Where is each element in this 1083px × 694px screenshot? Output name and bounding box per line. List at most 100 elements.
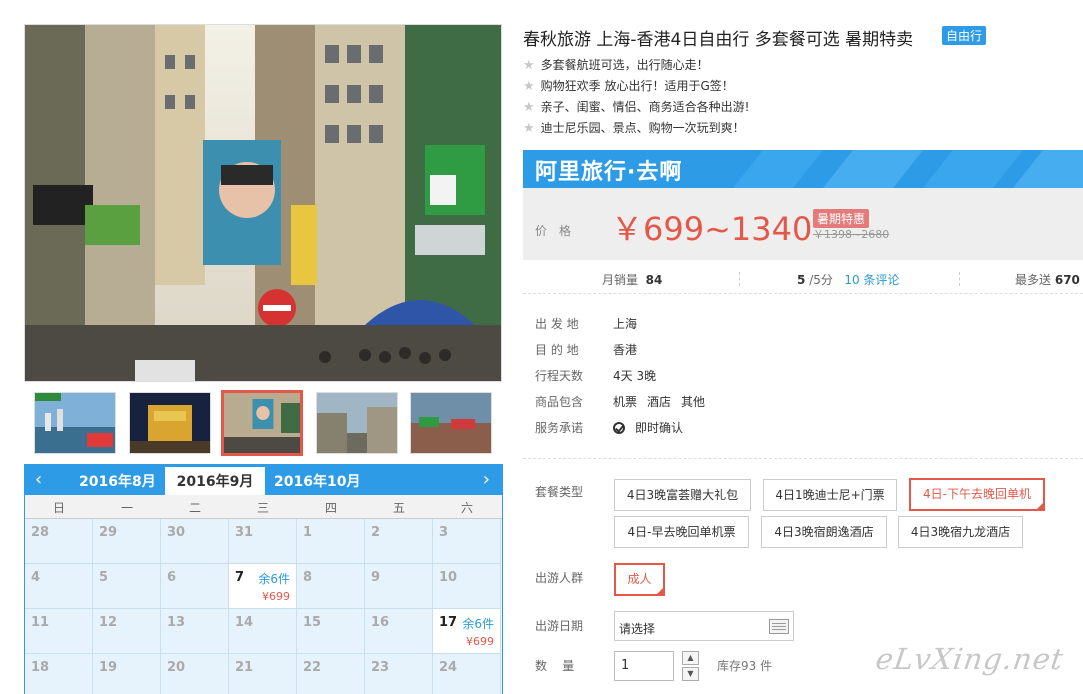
weekday-label: 日	[52, 501, 65, 515]
calendar-day-number: 1	[303, 525, 313, 540]
product-type-badge: 自由行	[942, 26, 987, 45]
chevron-right-icon[interactable]: ›	[483, 469, 490, 490]
calendar-day-number: 15	[303, 615, 322, 630]
chevron-left-icon[interactable]: ‹	[35, 469, 42, 490]
package-option[interactable]: 4日1晚迪士尼+门票	[763, 479, 897, 511]
weekday-label: 六	[460, 501, 473, 515]
package-option-selected[interactable]: 4日-下午去晚回单机	[909, 478, 1045, 511]
include-item: 酒店	[647, 395, 672, 409]
star-icon: ★	[523, 58, 535, 73]
thumbnail-4[interactable]	[316, 392, 398, 454]
package-option[interactable]: 4日3晚宿朗逸酒店	[761, 516, 887, 548]
calendar-day-number: 10	[439, 570, 458, 585]
detail-key: 出 发 地	[535, 317, 579, 331]
calendar-month-tab-active[interactable]: 2016年9月	[165, 467, 265, 495]
calendar-day: 16	[365, 609, 433, 654]
calendar-day-number: 8	[303, 570, 313, 585]
calendar-weekday-row: 日 一 二 三 四 五 六	[25, 495, 502, 519]
feature-list: ★ 多套餐航班可选，出行随心走！ ★ 购物狂欢季 放心出行！适用于G签！ ★ 亲子、闺…	[523, 56, 749, 140]
brand-banner: 阿里旅行·去啊	[523, 150, 1083, 188]
calendar-day-available[interactable]: 7 余6件 ¥699	[229, 564, 297, 609]
feature-text: 多套餐航班可选，出行随心走！	[540, 58, 709, 72]
calendar-day-number: 17	[439, 615, 458, 630]
star-icon: ★	[523, 121, 535, 136]
thumbnail-5[interactable]	[410, 392, 492, 454]
price-value: ￥699~1340	[611, 210, 813, 248]
points-label: 最多送	[1015, 273, 1052, 287]
points-value: 670 淘	[1054, 273, 1083, 287]
detail-value: 4天 3晚	[613, 369, 657, 383]
main-product-photo	[24, 24, 502, 382]
thumbnail-1[interactable]	[34, 392, 116, 454]
weekday-label: 四	[324, 501, 337, 515]
detail-key: 目 的 地	[535, 343, 579, 357]
calendar-day: 19	[93, 654, 161, 694]
quantity-label: 数 量	[535, 659, 575, 673]
thumbnail-2[interactable]	[129, 392, 211, 454]
calendar-day-number: 20	[167, 660, 186, 675]
site-watermark: eLvXing.net	[873, 642, 1067, 676]
travel-date-picker[interactable]: 请选择	[614, 611, 794, 641]
brand-name: 阿里旅行·去啊	[535, 160, 683, 185]
calendar-day: 23	[365, 654, 433, 694]
feature-item: ★ 迪士尼乐园、景点、购物一次玩到爽！	[523, 119, 749, 140]
detail-key: 服务承诺	[535, 421, 584, 435]
quantity-input[interactable]: 1	[614, 651, 674, 681]
traveler-option-selected[interactable]: 成人	[614, 563, 665, 596]
calendar-day-number: 12	[99, 615, 118, 630]
calendar-day: 13	[161, 609, 229, 654]
stat-divider	[959, 272, 960, 286]
sales-stats-bar: 月销量 84 5 /5分 10 条评论 最多送 670 淘	[523, 262, 1083, 294]
thumbnail-3[interactable]	[221, 390, 303, 456]
rating-value: 5	[797, 273, 806, 287]
calendar-day-number: 14	[235, 615, 254, 630]
calendar-day: 28	[25, 519, 93, 564]
calendar-day-number: 4	[31, 570, 41, 585]
points-bonus: 最多送 670 淘	[1015, 271, 1083, 288]
calendar-day-number: 19	[99, 660, 118, 675]
calendar-month-tab[interactable]: 2016年8月	[79, 471, 156, 491]
service-text: 即时确认	[635, 421, 684, 435]
detail-row-destination: 目 的 地 香港	[535, 341, 1075, 361]
calendar-day-price: ¥699	[262, 590, 290, 603]
weekday-label: 一	[120, 501, 133, 515]
calendar-day: 31	[229, 519, 297, 564]
departure-calendar: ‹ 2016年8月 2016年9月 2016年10月 › 日 一 二 三 四 五…	[24, 464, 503, 694]
calendar-day: 21	[229, 654, 297, 694]
calendar-day-number: 7	[235, 570, 245, 585]
quantity-decrease-button[interactable]: ▼	[682, 667, 699, 681]
calendar-day-stock: 余6件	[462, 617, 494, 631]
calendar-month-tab[interactable]: 2016年10月	[274, 471, 360, 491]
package-option[interactable]: 4日-早去晚回单机票	[614, 516, 749, 548]
rating: 5 /5分 10 条评论	[797, 271, 899, 288]
calendar-day-number: 3	[439, 525, 449, 540]
calendar-day: 29	[93, 519, 161, 564]
calendar-icon[interactable]	[769, 619, 789, 634]
calendar-day-number: 5	[99, 570, 109, 585]
feature-item: ★ 亲子、闺蜜、情侣、商务适合各种出游!	[523, 98, 749, 119]
package-type-label: 套餐类型	[535, 485, 584, 499]
package-option[interactable]: 4日3晚宿九龙酒店	[898, 516, 1023, 548]
feature-item: ★ 多套餐航班可选，出行随心走！	[523, 56, 749, 77]
calendar-day-price: ¥699	[466, 635, 494, 648]
calendar-day: 12	[93, 609, 161, 654]
original-price: ￥1398~2680	[813, 228, 890, 241]
feature-text: 迪士尼乐园、景点、购物一次玩到爽！	[540, 121, 745, 135]
reviews-link[interactable]: 10 条评论	[844, 273, 899, 287]
calendar-day: 9	[365, 564, 433, 609]
package-option[interactable]: 4日3晚富荟赠大礼包	[614, 479, 751, 511]
calendar-day-number: 22	[303, 660, 322, 675]
include-item: 机票	[613, 395, 638, 409]
calendar-day-number: 24	[439, 660, 458, 675]
traveler-type-label: 出游人群	[535, 571, 584, 585]
star-icon: ★	[523, 79, 535, 94]
calendar-day-stock: 余6件	[258, 572, 290, 586]
calendar-day-number: 9	[371, 570, 381, 585]
feature-text: 购物狂欢季 放心出行！适用于G签！	[540, 79, 734, 93]
date-placeholder: 请选择	[619, 622, 656, 636]
quantity-increase-button[interactable]: ▲	[682, 651, 699, 665]
check-circle-icon	[613, 422, 625, 434]
calendar-day: 18	[25, 654, 93, 694]
detail-value: 即时确认	[613, 419, 693, 436]
calendar-day-available[interactable]: 17 余6件 ¥699	[433, 609, 501, 654]
